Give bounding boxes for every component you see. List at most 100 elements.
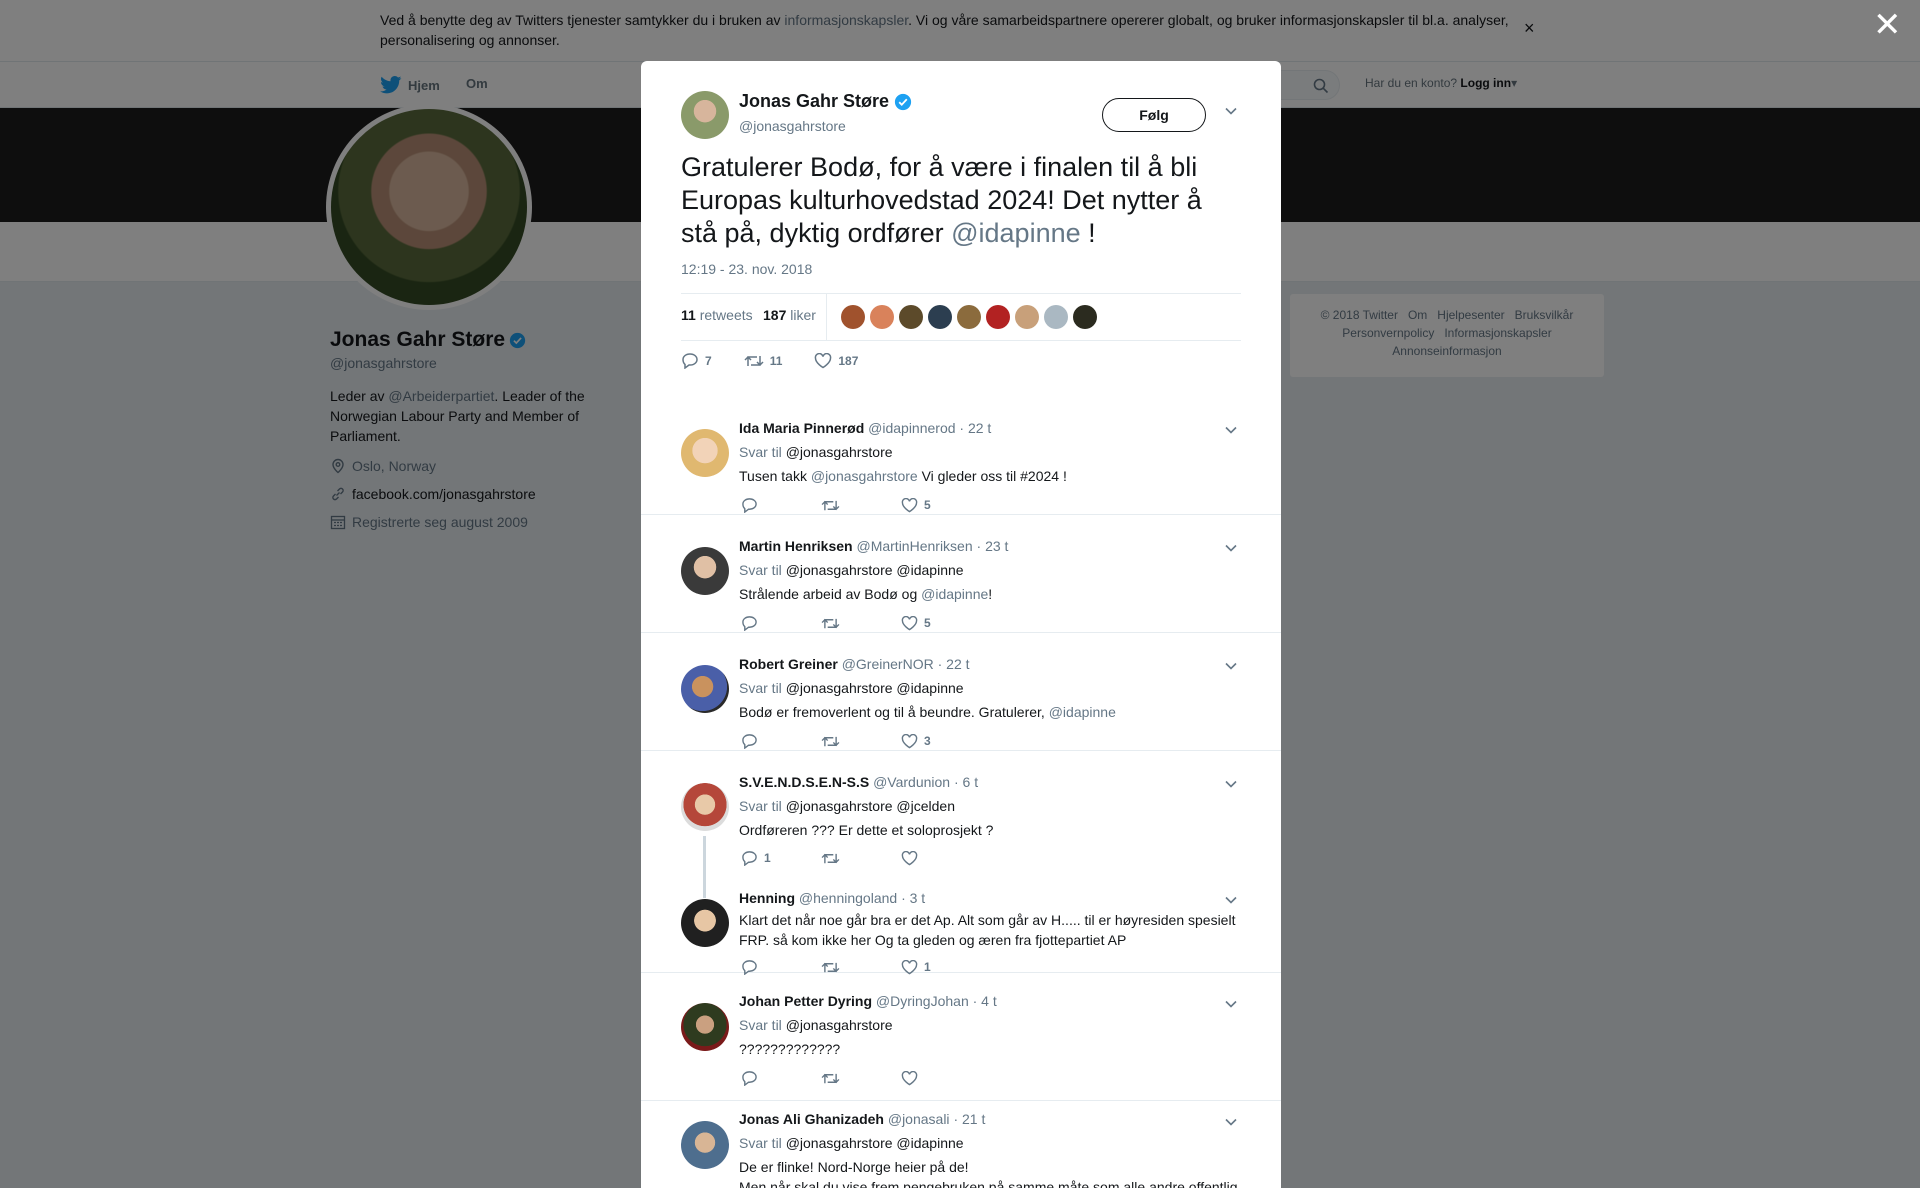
- retweet-button[interactable]: [821, 616, 901, 631]
- reply-avatar[interactable]: [681, 547, 729, 595]
- reply-author-handle[interactable]: @Vardunion: [873, 774, 950, 790]
- chevron-down-icon[interactable]: [1224, 999, 1238, 1009]
- reply-actions: 1: [741, 959, 931, 975]
- reply-button[interactable]: [741, 615, 821, 631]
- reply-tweet[interactable]: Jonas Ali Ghanizadeh @jonasali · 21 t Sv…: [641, 1101, 1281, 1188]
- reply-time[interactable]: · 22 t: [959, 420, 991, 436]
- close-icon[interactable]: ✕: [1873, 8, 1902, 42]
- reply-tweet[interactable]: Robert Greiner @GreinerNOR · 22 t Svar t…: [641, 633, 1281, 751]
- reply-author-name[interactable]: Robert Greiner: [739, 656, 838, 672]
- reply-button[interactable]: [741, 1070, 821, 1086]
- like-button[interactable]: 5: [901, 497, 931, 513]
- reply-avatar[interactable]: [681, 1003, 729, 1051]
- reply-tweet[interactable]: Ida Maria Pinnerød @idapinnerod · 22 t S…: [641, 397, 1281, 515]
- reply-time[interactable]: · 4 t: [973, 993, 997, 1009]
- chevron-down-icon[interactable]: [1224, 661, 1238, 671]
- reply-button[interactable]: [741, 733, 821, 749]
- reply-author-name[interactable]: Martin Henriksen: [739, 538, 853, 554]
- chevron-down-icon[interactable]: [1224, 1117, 1238, 1127]
- liker-avatar[interactable]: [841, 305, 865, 329]
- reply-mention[interactable]: @jonasgahrstore: [811, 468, 918, 484]
- chevron-down-icon[interactable]: [1224, 895, 1238, 905]
- liker-avatar[interactable]: [1044, 305, 1068, 329]
- reply-actions: 5: [741, 497, 931, 513]
- heart-icon: [901, 497, 918, 512]
- retweet-button[interactable]: [821, 734, 901, 749]
- chevron-down-icon[interactable]: [1224, 543, 1238, 553]
- liker-avatar[interactable]: [1073, 305, 1097, 329]
- reply-time[interactable]: · 6 t: [954, 774, 978, 790]
- heart-icon: [901, 615, 918, 630]
- reply-author-name[interactable]: Ida Maria Pinnerød: [739, 420, 864, 436]
- reply-author-handle[interactable]: @GreinerNOR: [842, 656, 934, 672]
- retweet-button[interactable]: [821, 1071, 901, 1086]
- reply-text-body: Bodø er fremoverlent og til å beundre. G…: [739, 704, 1049, 720]
- liker-avatar[interactable]: [986, 305, 1010, 329]
- reply-author-name[interactable]: S.V.E.N.D.S.E.N-S.S: [739, 774, 869, 790]
- chevron-down-icon[interactable]: [1224, 425, 1238, 435]
- reply-author-handle[interactable]: @MartinHenriksen: [856, 538, 972, 554]
- reply-button[interactable]: 7: [681, 352, 712, 369]
- reply-author-name[interactable]: Jonas Ali Ghanizadeh: [739, 1111, 884, 1127]
- reply-author-handle[interactable]: @jonasali: [888, 1111, 950, 1127]
- liker-avatar[interactable]: [899, 305, 923, 329]
- thread-line: [703, 836, 706, 898]
- retweet-button[interactable]: [821, 851, 901, 866]
- tweet-modal: Jonas Gahr Støre @jonasgahrstore Følg Gr…: [641, 61, 1281, 1188]
- liker-avatar[interactable]: [1015, 305, 1039, 329]
- reply-tweet[interactable]: Johan Petter Dyring @DyringJohan · 4 t S…: [641, 983, 1281, 1101]
- author-name[interactable]: Jonas Gahr Støre: [739, 91, 889, 112]
- tweet-timestamp[interactable]: 12:19 - 23. nov. 2018: [681, 261, 812, 277]
- reply-to-line: Svar til @jonasgahrstore @idapinne: [739, 562, 964, 578]
- reply-time[interactable]: · 23 t: [977, 538, 1009, 554]
- reply-author-handle[interactable]: @idapinnerod: [868, 420, 955, 436]
- follow-button[interactable]: Følg: [1102, 98, 1206, 132]
- reply-time[interactable]: · 22 t: [938, 656, 970, 672]
- like-button[interactable]: 5: [901, 615, 931, 631]
- reply-avatar[interactable]: [681, 665, 729, 713]
- like-button[interactable]: [901, 1070, 918, 1086]
- liker-avatar[interactable]: [957, 305, 981, 329]
- author-handle[interactable]: @jonasgahrstore: [739, 118, 846, 134]
- like-button[interactable]: [901, 850, 918, 866]
- reply-to-line: Svar til @jonasgahrstore @jcelden: [739, 798, 955, 814]
- reply-button[interactable]: [741, 497, 821, 513]
- reply-avatar[interactable]: [681, 899, 729, 947]
- reply-text: Klart det når noe går bra er det Ap. Alt…: [739, 912, 1236, 948]
- reply-to-users[interactable]: @jonasgahrstore @idapinne: [786, 1135, 964, 1151]
- tweet-mention[interactable]: @idapinne: [951, 218, 1081, 248]
- chevron-down-icon[interactable]: [1224, 106, 1238, 116]
- author-avatar[interactable]: [681, 91, 729, 139]
- reply-avatar[interactable]: [681, 783, 729, 831]
- reply-mention[interactable]: @idapinne: [921, 586, 988, 602]
- reply-button[interactable]: [741, 959, 821, 975]
- reply-to-users[interactable]: @jonasgahrstore: [786, 444, 893, 460]
- retweet-button[interactable]: [821, 498, 901, 513]
- reply-to-users[interactable]: @jonasgahrstore @jcelden: [786, 798, 955, 814]
- reply-button[interactable]: 1: [741, 850, 821, 866]
- reply-mention[interactable]: @idapinne: [1049, 704, 1116, 720]
- like-button[interactable]: 3: [901, 733, 931, 749]
- reply-author-handle[interactable]: @DyringJohan: [876, 993, 969, 1009]
- reply-author-handle[interactable]: @henningoland: [799, 890, 897, 906]
- chevron-down-icon[interactable]: [1224, 779, 1238, 789]
- retweet-button[interactable]: [821, 960, 901, 975]
- like-button[interactable]: 1: [901, 959, 931, 975]
- likes-stat[interactable]: 187 liker: [763, 307, 816, 323]
- retweet-button[interactable]: 11: [744, 353, 782, 369]
- retweets-stat[interactable]: 11 retweets: [681, 307, 753, 323]
- reply-tweet[interactable]: Martin Henriksen @MartinHenriksen · 23 t…: [641, 515, 1281, 633]
- reply-to-users[interactable]: @jonasgahrstore: [786, 1017, 893, 1033]
- reply-to-users[interactable]: @jonasgahrstore @idapinne: [786, 562, 964, 578]
- reply-avatar[interactable]: [681, 429, 729, 477]
- reply-to-label: Svar til: [739, 798, 782, 814]
- reply-time[interactable]: · 21 t: [953, 1111, 985, 1127]
- reply-avatar[interactable]: [681, 1121, 729, 1169]
- reply-author-name[interactable]: Johan Petter Dyring: [739, 993, 872, 1009]
- liker-avatar[interactable]: [870, 305, 894, 329]
- liker-avatar[interactable]: [928, 305, 952, 329]
- reply-time[interactable]: · 3 t: [901, 890, 925, 906]
- like-button[interactable]: 187: [814, 352, 858, 369]
- reply-to-users[interactable]: @jonasgahrstore @idapinne: [786, 680, 964, 696]
- reply-author-name[interactable]: Henning: [739, 890, 795, 906]
